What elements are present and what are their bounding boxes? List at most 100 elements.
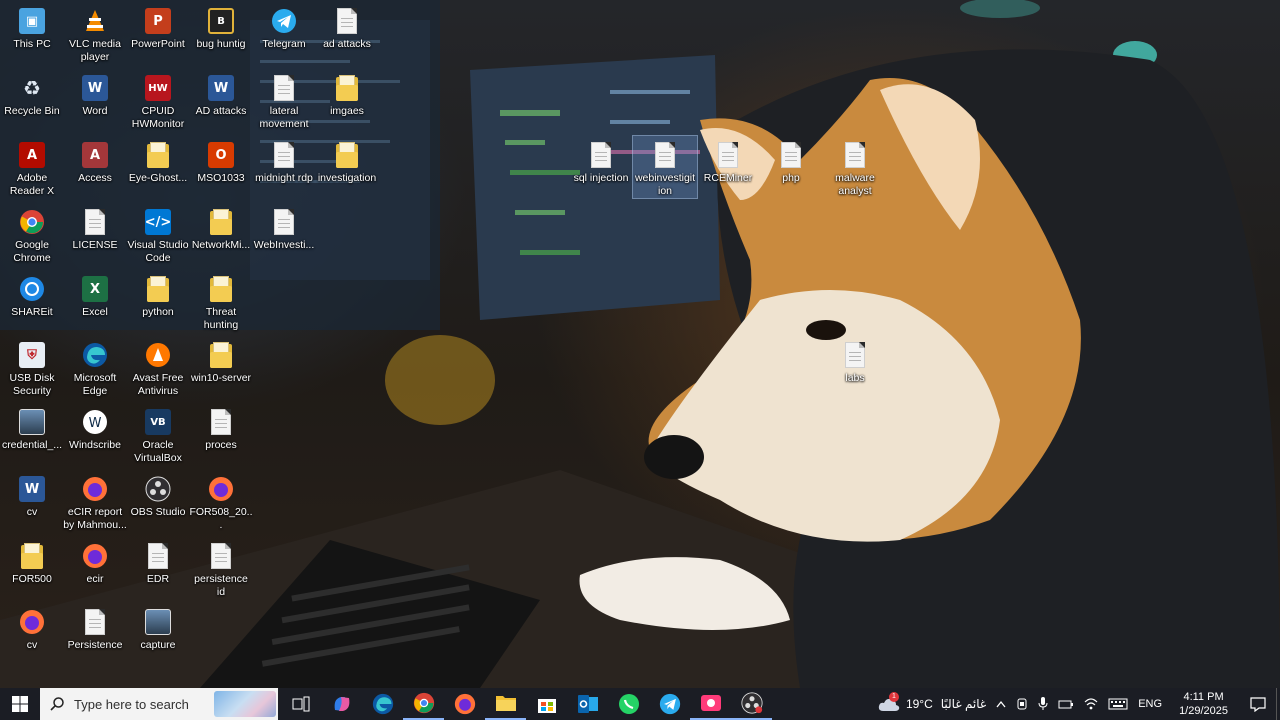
language-button[interactable]: ENG xyxy=(1133,688,1167,720)
desktop-icon-google-chrome[interactable]: Google Chrome xyxy=(0,203,64,265)
folder-icon xyxy=(332,140,362,170)
desktop-icon-label: OBS Studio xyxy=(130,506,186,518)
desktop-icon-usb-disk-security[interactable]: ⛨ USB Disk Security xyxy=(0,336,64,398)
doc-icon xyxy=(143,541,173,571)
desktop-icon-virtualbox[interactable]: VB Oracle VirtualBox xyxy=(126,403,190,465)
desktop-icon-for500[interactable]: FOR500 xyxy=(0,537,64,586)
desktop-icon-excel[interactable]: X Excel xyxy=(63,270,127,319)
access-icon: A xyxy=(80,140,110,170)
desktop-icon-mso1033[interactable]: O MSO1033 xyxy=(189,136,253,185)
desktop-icon-eye-ghost[interactable]: Eye-Ghost... xyxy=(126,136,190,185)
desktop-icon-adobe-reader[interactable]: A Adobe Reader X xyxy=(0,136,64,198)
desktop-icon-vlc[interactable]: VLC media player xyxy=(63,2,127,64)
desktop-icon-proces[interactable]: proces xyxy=(189,403,253,452)
desktop-icon-label: SHAREit xyxy=(11,306,53,318)
desktop-icon-labs[interactable]: labs xyxy=(823,336,887,385)
wifi-button[interactable] xyxy=(1079,688,1103,720)
desktop-icon-ecir-report[interactable]: eCIR report by Mahmou... xyxy=(63,470,127,532)
desktop-icon-ecir[interactable]: ecir xyxy=(63,537,127,586)
search-highlight-image[interactable] xyxy=(214,691,276,717)
obs-icon xyxy=(143,474,173,504)
desktop-icon-edr[interactable]: EDR xyxy=(126,537,190,586)
desktop-icon-webinvesti[interactable]: WebInvesti... xyxy=(252,203,316,252)
ppt-icon: P xyxy=(143,6,173,36)
desktop-icon-ad-attacks[interactable]: ad attacks xyxy=(315,2,379,51)
desktop-icon-label: imgaes xyxy=(330,105,364,117)
notifications-button[interactable] xyxy=(1240,688,1276,720)
desktop-icon-shareit[interactable]: SHAREit xyxy=(0,270,64,319)
desktop-icon-powerpoint[interactable]: P PowerPoint xyxy=(126,2,190,51)
desktop-icon-for508[interactable]: FOR508_20... xyxy=(189,470,253,532)
desktop-icon-python[interactable]: python xyxy=(126,270,190,319)
desktop-icon-label: Google Chrome xyxy=(13,239,51,264)
desktop-icon-credential[interactable]: credential_... xyxy=(0,403,64,452)
desktop-icon-lateral-movement[interactable]: lateral movement xyxy=(252,69,316,131)
taskbar-chrome-button[interactable] xyxy=(403,688,444,720)
desktop-icon-capture[interactable]: capture xyxy=(126,603,190,652)
desktop-icon-investigation[interactable]: investigation xyxy=(315,136,379,185)
weather-widget[interactable]: 1 19°C غائم غالبًا xyxy=(873,688,991,720)
desktop-icon-label: eCIR report by Mahmou... xyxy=(63,506,127,531)
desktop-icon-midnight-rdp[interactable]: midnight rdp xyxy=(252,136,316,185)
taskbar-store-button[interactable] xyxy=(526,688,567,720)
usb-icon: ⛨ xyxy=(17,340,47,370)
desktop-icon-label: labs xyxy=(845,372,865,384)
office-icon: O xyxy=(206,140,236,170)
taskbar-file-explorer-button[interactable] xyxy=(485,688,526,720)
desktop-icon-ad-attacks-doc[interactable]: W AD attacks xyxy=(189,69,253,118)
desktop-icon-this-pc[interactable]: ▣ This PC xyxy=(0,2,64,51)
desktop-icon-sql-injection[interactable]: sql injection xyxy=(569,136,633,185)
desktop-icon-label: midnight rdp xyxy=(255,172,313,184)
clock-button[interactable]: 4:11 PM 1/29/2025 xyxy=(1167,690,1240,718)
desktop-icon-malware-analyst[interactable]: malware analyst xyxy=(823,136,887,198)
taskbar-screen-recorder-button[interactable] xyxy=(690,688,731,720)
show-desktop-button[interactable] xyxy=(1276,688,1280,720)
desktop-icon-telegram[interactable]: Telegram xyxy=(252,2,316,51)
taskbar-telegram-button[interactable] xyxy=(649,688,690,720)
desktop-icon-access[interactable]: A Access xyxy=(63,136,127,185)
desktop-icon-persistence[interactable]: Persistence xyxy=(63,603,127,652)
desktop-icon-vscode[interactable]: </> Visual Studio Code xyxy=(126,203,190,265)
desktop-icon-rceminer[interactable]: RCEMiner xyxy=(696,136,760,185)
desktop-icon-persistence-id[interactable]: persistence id xyxy=(189,537,253,599)
desktop-icon-imgaes[interactable]: imgaes xyxy=(315,69,379,118)
microphone-button[interactable] xyxy=(1033,688,1053,720)
desktop-icon-cv-word[interactable]: Wcv xyxy=(0,470,64,519)
taskbar-whatsapp-button[interactable] xyxy=(608,688,649,720)
doc-icon xyxy=(776,140,806,170)
desktop-icon-bug-huntig[interactable]: Bbug huntig xyxy=(189,2,253,51)
desktop-icon-windscribe[interactable]: W Windscribe xyxy=(63,403,127,452)
battery-button[interactable] xyxy=(1053,688,1079,720)
taskbar-firefox-button[interactable] xyxy=(444,688,485,720)
desktop-icon-php[interactable]: php xyxy=(759,136,823,185)
whatsapp-icon xyxy=(618,693,640,715)
desktop-icon-label: persistence id xyxy=(194,573,248,598)
desktop-icon-obs[interactable]: OBS Studio xyxy=(126,470,190,519)
desktop-icon-win10-server[interactable]: win10-server xyxy=(189,336,253,385)
desktop-icon-cv-firefox[interactable]: cv xyxy=(0,603,64,652)
desktop-icon-word[interactable]: W Word xyxy=(63,69,127,118)
desktop-icon-threat-hunting[interactable]: Threat hunting xyxy=(189,270,253,332)
doc-icon xyxy=(206,407,236,437)
taskbar-obs-button[interactable] xyxy=(731,688,772,720)
tray-app-button[interactable] xyxy=(1011,688,1033,720)
taskbar-copilot-button[interactable] xyxy=(321,688,362,720)
word-icon: W xyxy=(80,73,110,103)
desktop-icon-recycle-bin[interactable]: ♻ Recycle Bin xyxy=(0,69,64,118)
desktop-icon-license[interactable]: LICENSE xyxy=(63,203,127,252)
folder-icon xyxy=(332,73,362,103)
touch-keyboard-button[interactable] xyxy=(1103,688,1133,720)
taskbar-outlook-button[interactable] xyxy=(567,688,608,720)
taskbar-task-view-button[interactable] xyxy=(280,688,321,720)
desktop-icon-cpuid[interactable]: HW CPUID HWMonitor xyxy=(126,69,190,131)
desktop-icon-webinvestigation[interactable]: webinvestigit ion xyxy=(632,135,698,199)
taskbar-edge-button[interactable] xyxy=(362,688,403,720)
show-hidden-icons-button[interactable] xyxy=(991,688,1011,720)
image-icon xyxy=(17,407,47,437)
desktop-icon-edge[interactable]: Microsoft Edge xyxy=(63,336,127,398)
desktop-icon-avast[interactable]: Avast Free Antivirus xyxy=(126,336,190,398)
desktop-icon-label: malware analyst xyxy=(835,172,875,197)
start-button[interactable] xyxy=(0,688,40,720)
desktop-icon-networkmi[interactable]: NetworkMi... xyxy=(189,203,253,252)
search-input[interactable]: Type here to search xyxy=(40,688,278,720)
